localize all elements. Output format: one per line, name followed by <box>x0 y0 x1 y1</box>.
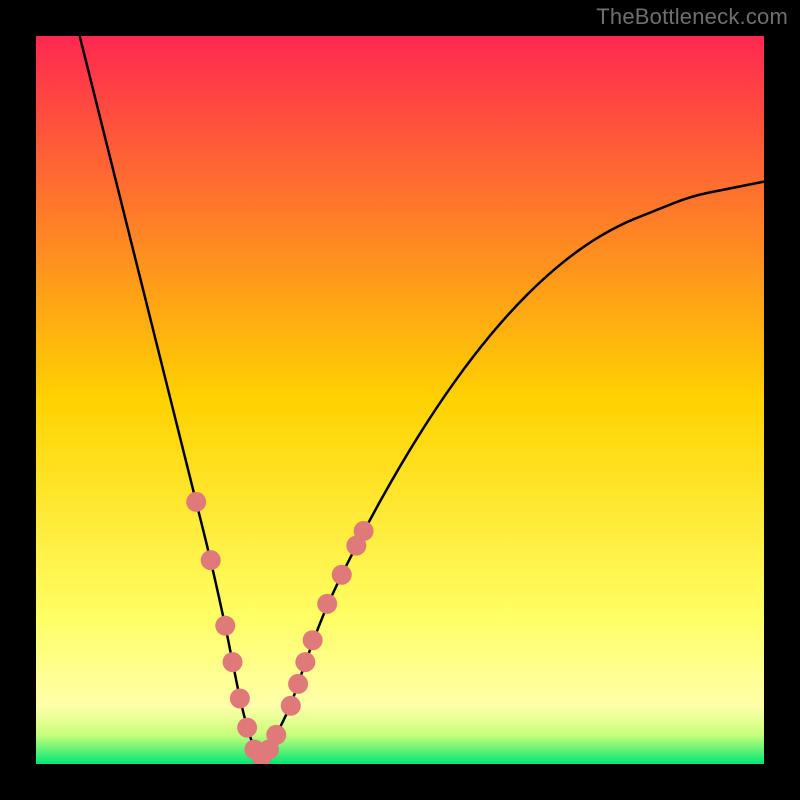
marker-point <box>288 674 308 694</box>
gradient-background <box>36 36 764 764</box>
bottleneck-chart <box>36 36 764 764</box>
marker-point <box>266 725 286 745</box>
marker-point <box>295 652 315 672</box>
marker-point <box>223 652 243 672</box>
marker-point <box>354 521 374 541</box>
marker-point <box>215 616 235 636</box>
marker-point <box>332 565 352 585</box>
watermark-text: TheBottleneck.com <box>596 4 788 30</box>
marker-point <box>317 594 337 614</box>
marker-point <box>303 630 323 650</box>
plot-area <box>36 36 764 764</box>
marker-point <box>281 696 301 716</box>
marker-point <box>230 688 250 708</box>
marker-point <box>237 718 257 738</box>
marker-point <box>201 550 221 570</box>
chart-frame: TheBottleneck.com <box>0 0 800 800</box>
marker-point <box>186 492 206 512</box>
